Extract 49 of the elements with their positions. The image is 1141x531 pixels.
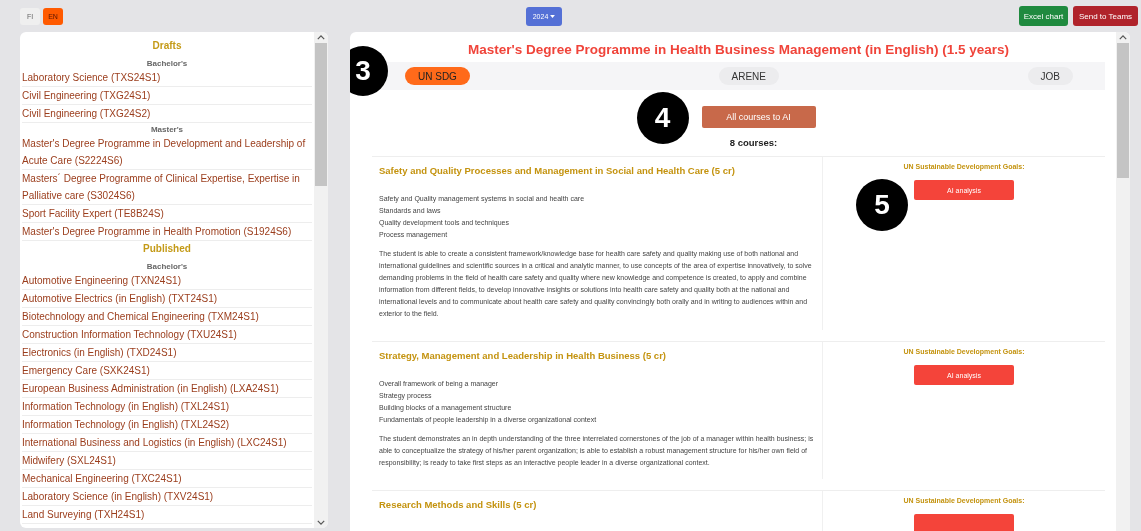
excel-chart-button[interactable]: Excel chart	[1019, 6, 1068, 26]
scrollbar-thumb[interactable]	[1117, 43, 1129, 178]
programme-link[interactable]: Master's Degree Programme in Health Promotion (S1924S6)	[22, 223, 312, 241]
programme-link[interactable]: European Business Administration (in English) (LXA24S1)	[22, 380, 312, 398]
programme-link[interactable]: Biotechnology and Chemical Engineering (TXM24S1)	[22, 308, 312, 326]
programme-link[interactable]: Civil Engineering (TXG24S2)	[22, 105, 312, 123]
step-number-badge: 5	[856, 179, 908, 231]
programme-link[interactable]: Information Technology (in English) (TXL24S2)	[22, 416, 312, 434]
scrollbar[interactable]	[1116, 32, 1130, 531]
programme-link[interactable]: Master's Degree Programme in Development and Leadership of Acute Care (S2224S6)	[22, 135, 312, 170]
course-title: Safety and Quality Processes and Management in Social and Health Care (5 cr)	[379, 165, 736, 176]
group-heading: Bachelor's	[145, 261, 189, 272]
programme-link[interactable]: Mechanical Engineering (TXC24S1)	[22, 470, 312, 488]
programme-link[interactable]: Masters´ Degree Programme of Clinical Expertise, Expertise in Palliative care (S3024S6)	[22, 170, 312, 205]
programme-link[interactable]: Laboratory Science (in English) (TXV24S1)	[22, 488, 312, 506]
caret-icon	[550, 14, 556, 18]
tab[interactable]: ARENE	[718, 67, 779, 85]
send-button[interactable]: Send to Teams	[1073, 6, 1138, 26]
step-number-badge: 3	[350, 46, 388, 96]
programme-link[interactable]: International Business and Logistics (in English) (LXC24S1)	[22, 434, 312, 452]
scrollbar[interactable]	[314, 32, 328, 528]
course-title: Research Methods and Skills (5 cr)	[379, 499, 538, 510]
all-courses-button[interactable]: All courses to AI	[701, 106, 816, 128]
chevron-down-icon[interactable]	[317, 520, 325, 525]
group-heading: Master's	[149, 124, 185, 135]
programme-link[interactable]: Information Technology (in English) (TXL24S1)	[22, 398, 312, 416]
programme-link[interactable]: Midwifery (SXL24S1)	[22, 452, 312, 470]
programme-link[interactable]: Sport Facility Expert (TE8B24S)	[22, 205, 312, 223]
scrollbar-thumb[interactable]	[315, 43, 327, 186]
programme-title: Master's Degree Programme in Health Business Management (in English) (1.5 years)	[466, 42, 1011, 59]
programme-link[interactable]: Construction Information Technology (TXU24S1)	[22, 326, 312, 344]
tab[interactable]: JOB	[1027, 67, 1073, 85]
tab[interactable]: UN SDG	[405, 67, 470, 85]
section-heading: Drafts	[151, 39, 183, 53]
programme-link[interactable]: Electronics (in English) (TXD24S1)	[22, 344, 312, 362]
programme-link[interactable]: Automotive Electrics (in English) (TXT24S1)	[22, 290, 312, 308]
chevron-up-icon[interactable]	[1119, 35, 1127, 40]
programme-link[interactable]: Land Surveying (TXH24S1)	[22, 506, 312, 524]
course-count: 8 courses:	[728, 136, 779, 150]
chevron-up-icon[interactable]	[317, 35, 325, 40]
ai-analysis-button[interactable]	[914, 514, 1014, 531]
group-heading: Bachelor's	[145, 58, 189, 69]
programme-link[interactable]: Laboratory Science (TXS24S1)	[22, 69, 312, 87]
programme-link[interactable]: Civil Engineering (TXG24S1)	[22, 87, 312, 105]
programme-link[interactable]: Automotive Engineering (TXN24S1)	[22, 272, 312, 290]
section-heading: Published	[142, 242, 192, 256]
step-number-badge: 4	[636, 92, 689, 144]
programme-link[interactable]: Emergency Care (SXK24S1)	[22, 362, 312, 380]
course-title: Strategy, Management and Leadership in Health Business (5 cr)	[379, 350, 667, 361]
